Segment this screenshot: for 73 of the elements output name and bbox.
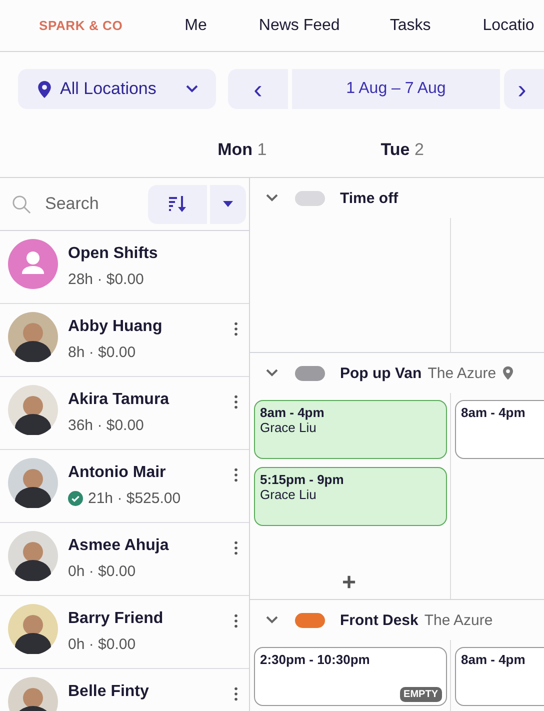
shift-card[interactable]: 8am - 4pm Grace Liu bbox=[254, 400, 447, 459]
avatar bbox=[8, 604, 58, 654]
empty-badge: EMPTY bbox=[400, 687, 442, 702]
employee-name: Asmee Ahuja bbox=[68, 537, 170, 555]
week-range-button[interactable]: 1 Aug – 7 Aug bbox=[292, 69, 500, 109]
group-name: Time off bbox=[340, 190, 398, 206]
sort-icon bbox=[168, 196, 186, 212]
search-field[interactable]: Search bbox=[43, 193, 127, 215]
group-name: Front Desk bbox=[340, 612, 418, 628]
shift-card[interactable]: 2:30pm - 10:30pm EMPTY bbox=[254, 647, 447, 706]
employee-row[interactable]: Belle Finty bbox=[0, 669, 249, 711]
shift-card[interactable]: 8am - 4pm bbox=[455, 647, 544, 706]
shift-card[interactable]: 8am - 4pm bbox=[455, 400, 544, 459]
shift-time: 8am - 4pm bbox=[461, 405, 526, 420]
location-dropdown[interactable]: All Locations bbox=[18, 69, 216, 109]
avatar bbox=[8, 458, 58, 508]
employee-row[interactable]: Abby Huang 8h · $0.00 bbox=[0, 304, 249, 377]
sort-dropdown-button[interactable] bbox=[210, 184, 246, 224]
sort-button[interactable] bbox=[148, 184, 207, 224]
employee-row[interactable]: Open Shifts 28h · $0.00 bbox=[0, 231, 249, 304]
employee-row[interactable]: Asmee Ahuja 0h · $0.00 bbox=[0, 523, 249, 596]
more-icon[interactable] bbox=[234, 541, 238, 555]
caret-icon bbox=[223, 201, 233, 207]
previous-week-button[interactable]: ‹ bbox=[228, 69, 288, 109]
more-icon[interactable] bbox=[234, 322, 238, 336]
day-header: Tue 2 bbox=[380, 140, 425, 160]
more-icon[interactable] bbox=[234, 687, 238, 701]
employee-row[interactable]: Akira Tamura 36h · $0.00 bbox=[0, 377, 249, 450]
nav-link[interactable]: Tasks bbox=[390, 16, 431, 34]
add-shift-button[interactable]: + bbox=[338, 569, 360, 597]
group-name: Pop up Van bbox=[340, 364, 422, 382]
employee-name: Barry Friend bbox=[68, 610, 164, 628]
day-header: Mon 1 bbox=[218, 140, 268, 160]
employee-name: Belle Finty bbox=[68, 683, 150, 701]
nav-link[interactable]: Locatio bbox=[482, 16, 534, 34]
chevron-icon[interactable] bbox=[266, 616, 278, 624]
avatar bbox=[8, 312, 58, 362]
nav-link[interactable]: Me bbox=[184, 16, 207, 34]
more-icon[interactable] bbox=[234, 614, 238, 628]
nav-link[interactable]: News Feed bbox=[258, 16, 340, 34]
hours-cost: 8h · $0.00 bbox=[68, 344, 136, 361]
shift-employee: Grace Liu bbox=[260, 420, 318, 435]
location-label: All Locations bbox=[60, 79, 158, 99]
employee-name: Open Shifts bbox=[68, 245, 159, 263]
hours-cost: 21h · $525.00 bbox=[88, 490, 181, 507]
chevron-icon[interactable] bbox=[266, 194, 278, 202]
shift-time: 2:30pm - 10:30pm bbox=[260, 652, 371, 667]
employee-row[interactable]: Antonio Mair 21h · $525.00 bbox=[0, 450, 249, 523]
next-week-button[interactable]: › bbox=[504, 69, 544, 109]
group-location: The Azure bbox=[424, 612, 493, 628]
search-icon bbox=[12, 194, 31, 214]
chevron-down-icon bbox=[186, 85, 198, 93]
shift-employee: Grace Liu bbox=[260, 487, 318, 502]
chevron-icon[interactable] bbox=[266, 369, 278, 377]
hours-cost: 0h · $0.00 bbox=[68, 563, 136, 580]
avatar bbox=[8, 531, 58, 581]
location-pin-icon bbox=[38, 80, 51, 98]
employee-name: Antonio Mair bbox=[68, 464, 167, 482]
hours-cost: 36h · $0.00 bbox=[68, 417, 144, 434]
employee-name: Abby Huang bbox=[68, 318, 164, 336]
hours-cost: 0h · $0.00 bbox=[68, 636, 136, 653]
more-icon[interactable] bbox=[234, 395, 238, 409]
more-icon[interactable] bbox=[234, 468, 238, 482]
hours-cost: 28h · $0.00 bbox=[68, 271, 144, 288]
shift-time: 8am - 4pm bbox=[260, 405, 326, 420]
employee-name: Akira Tamura bbox=[68, 391, 170, 409]
avatar bbox=[8, 385, 58, 435]
open-shifts-avatar bbox=[8, 239, 58, 289]
shift-time: 5:15pm - 9pm bbox=[260, 472, 345, 487]
employee-row[interactable]: Barry Friend 0h · $0.00 bbox=[0, 596, 249, 669]
shift-time: 8am - 4pm bbox=[461, 652, 526, 667]
shift-card[interactable]: 5:15pm - 9pm Grace Liu bbox=[254, 467, 447, 526]
group-location: The Azure bbox=[428, 364, 496, 382]
